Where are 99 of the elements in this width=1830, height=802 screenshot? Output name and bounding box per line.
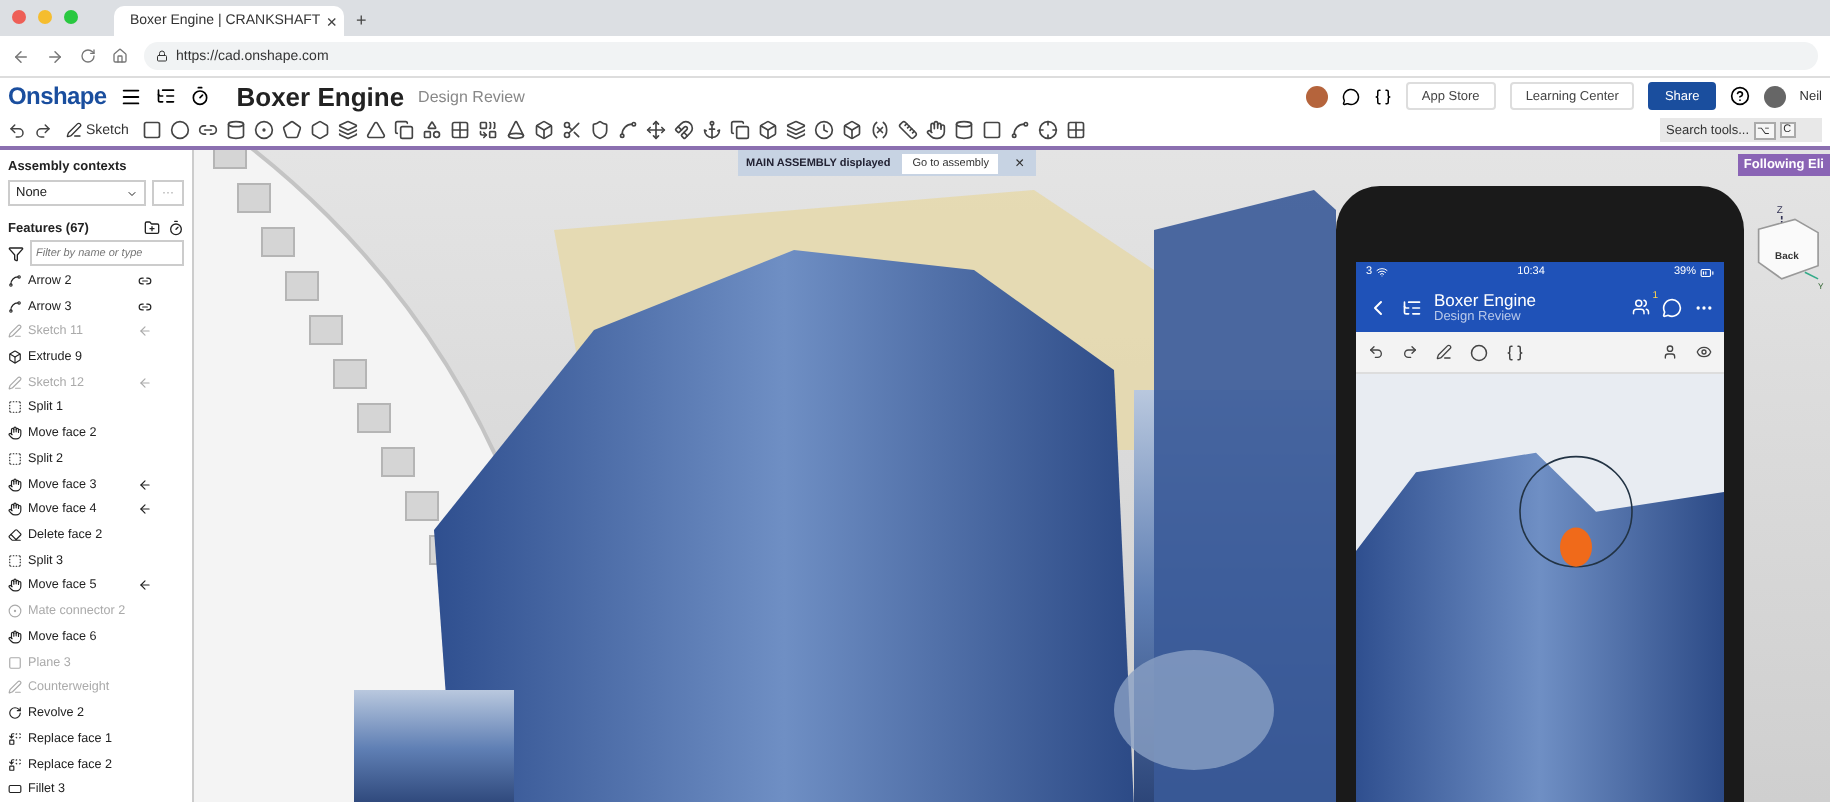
- mobile-document-title: Boxer Engine: [1434, 290, 1539, 310]
- arrow-left-icon[interactable]: [138, 502, 152, 517]
- app-logo[interactable]: Onshape: [8, 82, 107, 110]
- link-icon[interactable]: [138, 299, 152, 314]
- scissors-icon[interactable]: [562, 120, 583, 140]
- forward-icon[interactable]: [46, 47, 64, 65]
- move-icon[interactable]: [646, 120, 667, 140]
- circle-icon[interactable]: [1470, 343, 1488, 361]
- home-icon[interactable]: [112, 48, 128, 64]
- close-window-dot[interactable]: [12, 10, 26, 24]
- user-avatar[interactable]: [1763, 85, 1786, 107]
- redo-icon[interactable]: [1402, 344, 1418, 360]
- link-icon[interactable]: [198, 120, 219, 140]
- list-tree-icon[interactable]: [156, 86, 177, 106]
- filter-icon[interactable]: [8, 245, 24, 261]
- battery-icon: [1700, 265, 1714, 279]
- layers-icon[interactable]: [338, 120, 359, 140]
- arrow-left-icon[interactable]: [138, 477, 152, 492]
- wifi-icon: [1376, 266, 1389, 278]
- circle-icon[interactable]: [170, 120, 191, 140]
- pencil-icon: [8, 324, 22, 339]
- users-icon[interactable]: [1632, 298, 1650, 316]
- rotate-icon: [8, 706, 22, 721]
- user-icon[interactable]: [1662, 344, 1678, 360]
- hand-icon: [8, 578, 22, 593]
- tab-close-button[interactable]: ×: [326, 11, 337, 31]
- shapes-icon[interactable]: [422, 120, 443, 140]
- timer-icon[interactable]: [190, 86, 211, 106]
- minimize-window-dot[interactable]: [38, 10, 52, 24]
- chevron-down-icon: [126, 187, 138, 199]
- magnet-icon[interactable]: [674, 120, 695, 140]
- box-icon[interactable]: [534, 120, 555, 140]
- menu-icon[interactable]: [120, 85, 143, 107]
- hexagon-icon[interactable]: [310, 120, 331, 140]
- undo-icon[interactable]: [8, 121, 26, 139]
- curve-icon: [8, 273, 22, 288]
- copy-icon[interactable]: [730, 120, 751, 140]
- square-icon[interactable]: [142, 120, 163, 140]
- undo-icon[interactable]: [1368, 344, 1384, 360]
- grid-icon[interactable]: [450, 120, 471, 140]
- dashed-square-icon: [8, 451, 22, 466]
- rounded-rectangle-icon: [8, 782, 22, 797]
- ruler-icon[interactable]: [898, 120, 919, 140]
- back-icon[interactable]: [12, 47, 30, 65]
- pentagon-icon[interactable]: [282, 120, 303, 140]
- workspace-name: Design Review: [418, 87, 525, 105]
- list-tree-icon[interactable]: [1402, 297, 1422, 317]
- shield-icon[interactable]: [590, 120, 611, 140]
- combine-icon[interactable]: [478, 120, 499, 140]
- folder-icon[interactable]: [144, 220, 160, 236]
- braces-icon[interactable]: [1373, 87, 1392, 105]
- cone-icon[interactable]: [506, 120, 527, 140]
- hand-icon: [8, 502, 22, 517]
- variable-icon[interactable]: [870, 120, 891, 140]
- eye-icon[interactable]: [1696, 344, 1712, 360]
- pencil-icon: [8, 375, 22, 390]
- target-icon: [8, 604, 22, 619]
- cylinder-icon[interactable]: [226, 120, 247, 140]
- box-icon[interactable]: [842, 120, 863, 140]
- eraser-icon: [8, 528, 22, 543]
- arrow-left-icon[interactable]: [138, 578, 152, 593]
- triangle-icon[interactable]: [366, 120, 387, 140]
- user-avatar[interactable]: [1305, 85, 1328, 107]
- reload-icon[interactable]: [80, 48, 96, 64]
- redo-icon[interactable]: [34, 121, 52, 139]
- curve-icon[interactable]: [618, 120, 639, 140]
- curve-icon: [8, 299, 22, 314]
- box-icon: [8, 350, 22, 365]
- cylinder-icon[interactable]: [954, 120, 975, 140]
- square-icon[interactable]: [982, 120, 1003, 140]
- pencil-icon[interactable]: [1436, 344, 1452, 360]
- comment-icon[interactable]: [1341, 87, 1360, 105]
- hand-icon: [8, 477, 22, 492]
- target-icon[interactable]: [254, 120, 275, 140]
- layers-icon[interactable]: [786, 120, 807, 140]
- new-tab-button[interactable]: +: [356, 10, 367, 30]
- clock-icon[interactable]: [814, 120, 835, 140]
- lock-icon: [156, 50, 168, 62]
- hand-icon: [8, 426, 22, 441]
- square-icon: [8, 655, 22, 670]
- link-icon[interactable]: [138, 273, 152, 288]
- dashed-square-icon: [8, 400, 22, 415]
- crosshair-icon[interactable]: [1038, 120, 1059, 140]
- dashed-square-icon: [8, 553, 22, 568]
- box-icon[interactable]: [758, 120, 779, 140]
- help-icon[interactable]: [1729, 86, 1750, 106]
- close-button[interactable]: ×: [1010, 154, 1029, 172]
- hand-icon[interactable]: [926, 120, 947, 140]
- pencil-icon: [8, 680, 22, 695]
- copy-icon[interactable]: [394, 120, 415, 140]
- anchor-icon[interactable]: [702, 120, 723, 140]
- curve-icon[interactable]: [1010, 120, 1031, 140]
- timer-icon[interactable]: [168, 220, 184, 236]
- braces-icon[interactable]: [1506, 343, 1524, 361]
- pencil-icon: [66, 122, 82, 138]
- grid-icon[interactable]: [1066, 120, 1087, 140]
- maximize-window-dot[interactable]: [64, 10, 78, 24]
- hand-icon: [8, 629, 22, 644]
- document-title: Boxer Engine: [236, 81, 405, 111]
